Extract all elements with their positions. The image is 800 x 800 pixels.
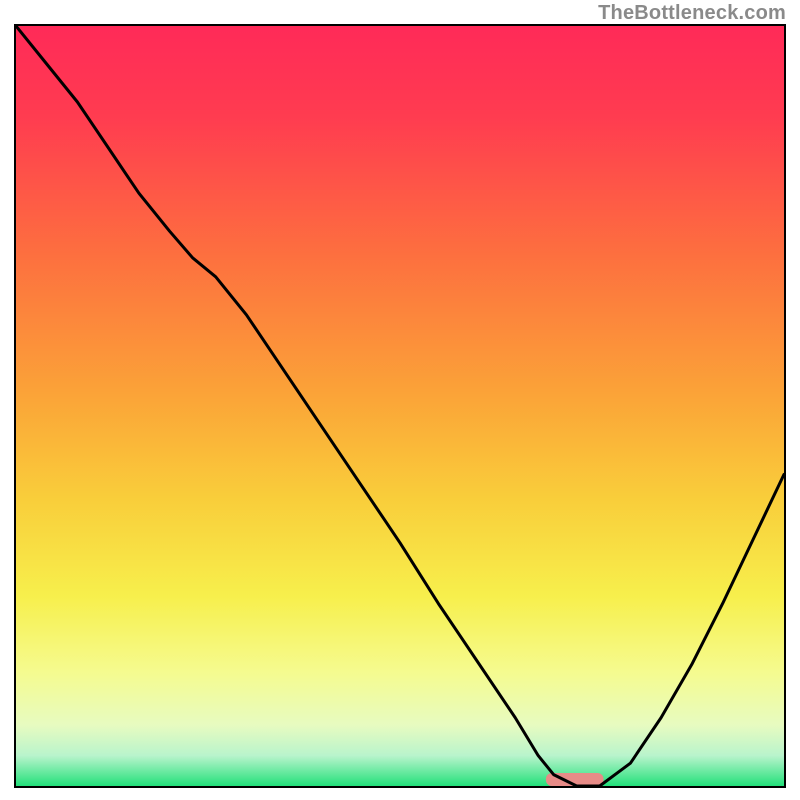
chart-panel (14, 24, 786, 788)
chart-svg (16, 26, 784, 786)
gradient-bg (16, 26, 784, 786)
watermark-text: TheBottleneck.com (598, 2, 786, 25)
